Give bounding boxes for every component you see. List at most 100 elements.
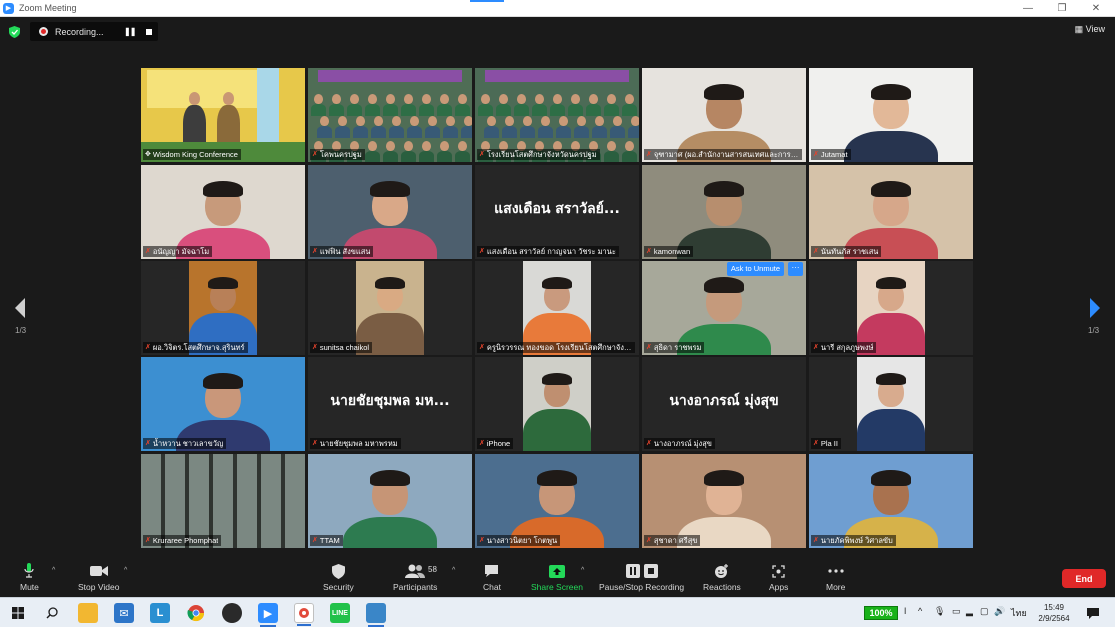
muted-mic-icon: ✗ bbox=[145, 344, 151, 351]
zoom-logo-icon: ▶ bbox=[3, 2, 14, 14]
muted-mic-icon: ✗ bbox=[646, 537, 652, 544]
participant-tile[interactable]: ✗ จุฑามาศ (ผอ.สำนักงานสารสนเทศและการสื่อส… bbox=[642, 68, 806, 162]
chrome-icon[interactable] bbox=[186, 603, 206, 623]
participant-tile[interactable]: ✗ น้ำหวาน ชาวเลาขวัญ bbox=[141, 357, 305, 451]
input-language[interactable]: ไทย bbox=[1011, 606, 1027, 620]
crowd-person bbox=[535, 94, 544, 104]
participant-tile[interactable]: ✗ ครูนิรวรรณ ทองขอด โรงเรียนโสตศึกษาจังหว… bbox=[475, 261, 639, 355]
participant-tile[interactable]: ✗ นายภัคพิพงษ์ วิศาลขับ bbox=[809, 454, 973, 548]
more-button[interactable]: More bbox=[826, 562, 845, 592]
participant-tile[interactable]: ✗ นางสาวนิตยา โกตพูน bbox=[475, 454, 639, 548]
participant-hair bbox=[375, 277, 405, 289]
participant-tile[interactable]: นางอาภรณ์ มุ่งสุข ✗ นางอาภรณ์ มุ่งสุข bbox=[642, 357, 806, 451]
paint-icon[interactable] bbox=[294, 603, 314, 626]
chat-button[interactable]: Chat bbox=[483, 562, 501, 592]
pause-recording-icon[interactable]: ❚❚ bbox=[124, 27, 136, 36]
participant-name: ผอ.วิจิตร.โสตศึกษาจ.สุรินทร์ bbox=[152, 343, 245, 352]
notifications-icon[interactable] bbox=[1083, 603, 1103, 623]
participant-tile[interactable]: ✗ สุชาดา ศรีสุข bbox=[642, 454, 806, 548]
participant-tile[interactable]: ✗ Jutamat bbox=[809, 68, 973, 162]
participant-tile[interactable]: ✗ โคพนครปฐม bbox=[308, 68, 472, 162]
view-button[interactable]: ▦ View bbox=[1075, 24, 1105, 35]
mail-icon[interactable]: ✉ bbox=[114, 603, 134, 623]
windows-start-icon[interactable] bbox=[8, 603, 28, 623]
zoom-taskbar-icon[interactable]: ▶ bbox=[258, 603, 278, 627]
file-explorer-icon[interactable] bbox=[78, 603, 98, 623]
participant-name-label: ✗ น้ำหวาน ชาวเลาขวัญ bbox=[143, 438, 227, 449]
crowd-person bbox=[458, 141, 467, 151]
obs-icon[interactable] bbox=[222, 603, 242, 623]
mute-button[interactable]: Mute bbox=[20, 562, 39, 592]
share-options-chevron-icon[interactable]: ^ bbox=[581, 567, 584, 574]
crowd-shirt bbox=[425, 126, 440, 138]
participant-tile[interactable]: ✗ ผอ.วิจิตร.โสตศึกษาจ.สุรินทร์ bbox=[141, 261, 305, 355]
maximize-icon[interactable]: ❐ bbox=[1045, 0, 1079, 17]
participant-tile[interactable]: ✗ สุธิดา ราชพรม Ask to Unmute ··· bbox=[642, 261, 806, 355]
participant-tile[interactable]: ✗ TTAM bbox=[308, 454, 472, 548]
clock-date: 2/9/2564 bbox=[1038, 614, 1070, 623]
participant-tile[interactable]: ✗ นันทันภัส ราชเสน bbox=[809, 165, 973, 259]
participant-tile[interactable]: แสงเดือน สราวัลย์... ✗ แสงเดือน สราวัลย์ ก… bbox=[475, 165, 639, 259]
audio-options-chevron-icon[interactable]: ^ bbox=[52, 567, 55, 574]
video-options-chevron-icon[interactable]: ^ bbox=[124, 567, 127, 574]
previous-page-arrow-icon[interactable] bbox=[13, 297, 27, 319]
participant-video bbox=[475, 68, 639, 162]
crowd-person bbox=[356, 116, 365, 126]
participant-name: นายภัคพิพงษ์ วิศาลขับ bbox=[820, 536, 893, 545]
crowd-shirt bbox=[371, 126, 386, 138]
tile-more-options-icon[interactable]: ··· bbox=[788, 262, 803, 276]
system-clock[interactable]: 15:49 2/9/2564 bbox=[1034, 602, 1074, 624]
participant-tile[interactable]: นายชัยชุมพล มห... ✗ นายชัยชุมพล มหาพรหม bbox=[308, 357, 472, 451]
tray-status-icon[interactable]: ǀ bbox=[904, 606, 906, 616]
participant-tile[interactable]: ✗ Kruraree Phomphat bbox=[141, 454, 305, 548]
crowd-person bbox=[338, 116, 347, 126]
crowd-shirt bbox=[586, 104, 601, 116]
apps-button[interactable]: Apps bbox=[769, 562, 788, 592]
zoom-app: ▶ Zoom Meeting — ❐ ✕ Recording... ❚❚ ▦ V… bbox=[0, 0, 1115, 627]
tray-battery-icon[interactable]: ▭ bbox=[952, 606, 961, 617]
search-icon[interactable] bbox=[42, 603, 62, 623]
share-screen-button[interactable]: Share Screen bbox=[531, 562, 583, 592]
window-bar bbox=[209, 454, 213, 548]
participant-tile[interactable]: ✗ อนัญญา มัจฉาโม bbox=[141, 165, 305, 259]
minimize-icon[interactable]: — bbox=[1011, 0, 1045, 17]
show-hidden-icons-chevron-icon[interactable]: ^ bbox=[918, 606, 922, 616]
participant-tile[interactable]: ✗ Pla II bbox=[809, 357, 973, 451]
l-app-icon[interactable]: L bbox=[150, 603, 170, 623]
participant-tile[interactable]: ✗ iPhone bbox=[475, 357, 639, 451]
participant-tile[interactable]: ✥ Wisdom King Conference bbox=[141, 68, 305, 162]
crowd-shirt bbox=[389, 126, 404, 138]
participant-tile[interactable]: ✗ แฟฟิน สังขแสน bbox=[308, 165, 472, 259]
stop-video-button[interactable]: Stop Video bbox=[78, 562, 119, 592]
next-page-arrow-icon[interactable] bbox=[1088, 297, 1102, 319]
line-app-icon[interactable]: LINE bbox=[330, 603, 350, 623]
participant-tile[interactable]: ✗ โรงเรียนโสตศึกษาจังหวัดนครปฐม bbox=[475, 68, 639, 162]
crowd-person bbox=[440, 141, 449, 151]
crowd-person bbox=[559, 116, 568, 126]
pause-stop-recording-button[interactable]: Pause/Stop Recording bbox=[599, 562, 684, 592]
crowd-person bbox=[625, 94, 634, 104]
participant-tile[interactable]: ✗ sunitsa chaikol bbox=[308, 261, 472, 355]
muted-mic-icon: ✗ bbox=[646, 248, 652, 255]
stop-recording-icon[interactable] bbox=[146, 28, 152, 35]
reactions-button[interactable]: Reactions bbox=[703, 562, 741, 592]
encryption-shield-icon[interactable] bbox=[9, 26, 20, 38]
crowd-shirt bbox=[401, 104, 416, 116]
muted-mic-icon: ✗ bbox=[312, 248, 318, 255]
close-icon[interactable]: ✕ bbox=[1079, 0, 1113, 17]
network-icon[interactable]: ▂ bbox=[966, 606, 973, 617]
photos-icon[interactable] bbox=[366, 603, 386, 627]
battery-indicator[interactable]: 100% bbox=[864, 606, 898, 620]
participants-options-chevron-icon[interactable]: ^ bbox=[452, 567, 455, 574]
ask-to-unmute-button[interactable]: Ask to Unmute bbox=[726, 262, 784, 276]
crowd-person bbox=[392, 116, 401, 126]
participant-name-label: ✥ Wisdom King Conference bbox=[143, 149, 241, 160]
top-drag-strip[interactable] bbox=[470, 0, 504, 2]
volume-icon[interactable]: 🔊 bbox=[994, 606, 1005, 617]
tray-microphone-icon[interactable]: 🎙 bbox=[934, 606, 945, 617]
participant-tile[interactable]: ✗ kamonwan bbox=[642, 165, 806, 259]
end-meeting-button[interactable]: End bbox=[1062, 569, 1106, 588]
security-button[interactable]: Security bbox=[323, 562, 354, 592]
participant-tile[interactable]: ✗ นารี สกุลภูษพงษ์ bbox=[809, 261, 973, 355]
tray-display-icon[interactable]: ▢ bbox=[980, 606, 989, 617]
